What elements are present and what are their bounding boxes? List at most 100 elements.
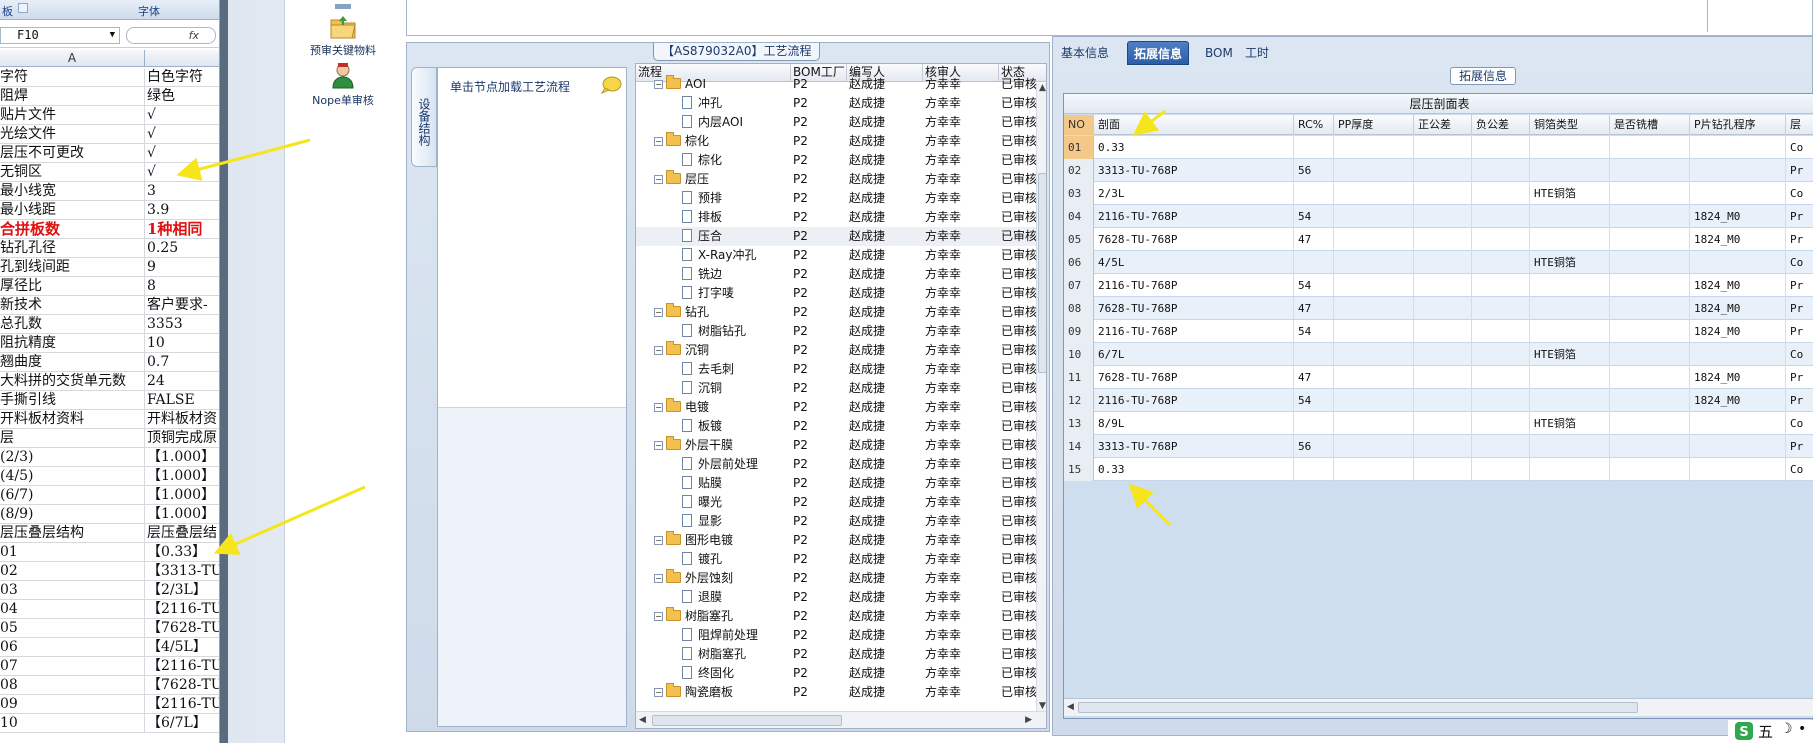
- cell-pos[interactable]: [1414, 182, 1472, 205]
- cell-pp[interactable]: [1334, 159, 1414, 182]
- cell-b[interactable]: 【2116-TU: [147, 695, 219, 714]
- cell-rc[interactable]: 54: [1294, 320, 1334, 343]
- cell-neg[interactable]: [1472, 136, 1530, 159]
- cell-a[interactable]: (8/9): [0, 505, 145, 524]
- cell-prog[interactable]: 1824_M0: [1690, 205, 1786, 228]
- cell-prog[interactable]: 1824_M0: [1690, 274, 1786, 297]
- cell-prog[interactable]: [1690, 343, 1786, 366]
- cell-slot[interactable]: [1610, 458, 1690, 481]
- cell-pp[interactable]: [1334, 458, 1414, 481]
- cell-slot[interactable]: [1610, 136, 1690, 159]
- table-horizontal-scrollbar[interactable]: ◀: [1064, 698, 1813, 716]
- tree-node-row[interactable]: 冲孔 P2 赵成捷 方幸幸 已审核: [636, 94, 1036, 113]
- cell-a[interactable]: 最小线距: [0, 201, 145, 220]
- cell-pos[interactable]: [1414, 435, 1472, 458]
- tree-group-row[interactable]: − 层压 P2 赵成捷 方幸幸 已审核: [636, 170, 1036, 189]
- collapse-icon[interactable]: −: [654, 612, 663, 621]
- cell-foil[interactable]: [1530, 205, 1610, 228]
- cell-section[interactable]: 3313-TU-768P: [1094, 159, 1294, 182]
- col-header-extra[interactable]: 层: [1786, 115, 1813, 135]
- cell-pos[interactable]: [1414, 205, 1472, 228]
- cell-extra[interactable]: Pr: [1786, 228, 1813, 251]
- table-row[interactable]: 04 2116-TU-768P 54 1824_M0 Pr: [1064, 205, 1813, 228]
- cell-pos[interactable]: [1414, 389, 1472, 412]
- tree-node-row[interactable]: 贴膜 P2 赵成捷 方幸幸 已审核: [636, 474, 1036, 493]
- cell-rc[interactable]: [1294, 458, 1334, 481]
- cell-a[interactable]: 总孔数: [0, 315, 145, 334]
- cell-rc[interactable]: [1294, 251, 1334, 274]
- cell-section[interactable]: 2116-TU-768P: [1094, 320, 1294, 343]
- cell-extra[interactable]: Co: [1786, 412, 1813, 435]
- cell-prog[interactable]: 1824_M0: [1690, 228, 1786, 251]
- cell-b[interactable]: 【2/3L】: [147, 581, 219, 600]
- tree-group-row[interactable]: − 电镀 P2 赵成捷 方幸幸 已审核: [636, 398, 1036, 417]
- ime-status-bar[interactable]: S 五 ☽ •: [1728, 720, 1813, 743]
- cell-neg[interactable]: [1472, 458, 1530, 481]
- cell-foil[interactable]: [1530, 159, 1610, 182]
- cell-b[interactable]: 0.7: [147, 353, 219, 372]
- col-header-rc[interactable]: RC%: [1294, 115, 1334, 135]
- tree-node-row[interactable]: 显影 P2 赵成捷 方幸幸 已审核: [636, 512, 1036, 531]
- scroll-right-icon[interactable]: ▶: [1025, 715, 1032, 725]
- cell-a[interactable]: 大料拼的交货单元数: [0, 372, 145, 391]
- sidebar-item-prereview-material[interactable]: 预审关键物料: [285, 14, 401, 58]
- cell-pos[interactable]: [1414, 412, 1472, 435]
- cell-a[interactable]: 孔到线间距: [0, 258, 145, 277]
- cell-pos[interactable]: [1414, 366, 1472, 389]
- tree-group-row[interactable]: − AOI P2 赵成捷 方幸幸 已审核: [636, 75, 1036, 94]
- cell-slot[interactable]: [1610, 274, 1690, 297]
- punctuation-icon[interactable]: •: [1798, 721, 1806, 737]
- cell-neg[interactable]: [1472, 389, 1530, 412]
- tree-group-row[interactable]: − 外层蚀刻 P2 赵成捷 方幸幸 已审核: [636, 569, 1036, 588]
- cell-pos[interactable]: [1414, 251, 1472, 274]
- cell-foil[interactable]: HTE铜箔: [1530, 343, 1610, 366]
- tree-node-row[interactable]: 铣边 P2 赵成捷 方幸幸 已审核: [636, 265, 1036, 284]
- cell-a[interactable]: 04: [0, 600, 145, 619]
- cell-prog[interactable]: [1690, 136, 1786, 159]
- cell-a[interactable]: (6/7): [0, 486, 145, 505]
- cell-rc[interactable]: [1294, 182, 1334, 205]
- cell-b[interactable]: 客户要求-: [147, 296, 219, 315]
- cell-extra[interactable]: Co: [1786, 251, 1813, 274]
- tree-node-row[interactable]: 终固化 P2 赵成捷 方幸幸 已审核: [636, 664, 1036, 683]
- cell-pp[interactable]: [1334, 205, 1414, 228]
- cell-neg[interactable]: [1472, 412, 1530, 435]
- cell-neg[interactable]: [1472, 435, 1530, 458]
- cell-pos[interactable]: [1414, 159, 1472, 182]
- cell-neg[interactable]: [1472, 182, 1530, 205]
- cell-a[interactable]: 03: [0, 581, 145, 600]
- cell-extra[interactable]: Co: [1786, 458, 1813, 481]
- tree-node-row[interactable]: 阻焊前处理 P2 赵成捷 方幸幸 已审核: [636, 626, 1036, 645]
- cell-pp[interactable]: [1334, 435, 1414, 458]
- cell-a[interactable]: 层: [0, 429, 145, 448]
- cell-foil[interactable]: [1530, 136, 1610, 159]
- tab-work-hours[interactable]: 工时: [1239, 41, 1275, 65]
- cell-b[interactable]: 【1.000】: [147, 448, 219, 467]
- cell-foil[interactable]: [1530, 228, 1610, 251]
- cell-a[interactable]: 06: [0, 638, 145, 657]
- cell-slot[interactable]: [1610, 320, 1690, 343]
- cell-section[interactable]: 8/9L: [1094, 412, 1294, 435]
- cell-slot[interactable]: [1610, 389, 1690, 412]
- cell-prog[interactable]: [1690, 182, 1786, 205]
- collapse-icon[interactable]: −: [654, 403, 663, 412]
- tree-node-row[interactable]: 内层AOI P2 赵成捷 方幸幸 已审核: [636, 113, 1036, 132]
- table-row[interactable]: 13 8/9L HTE铜箔 Co: [1064, 412, 1813, 435]
- scroll-thumb[interactable]: [1078, 702, 1638, 713]
- cell-b[interactable]: 0.25: [147, 239, 219, 258]
- col-header-no[interactable]: NO: [1064, 115, 1094, 135]
- cell-pos[interactable]: [1414, 228, 1472, 251]
- cell-pos[interactable]: [1414, 136, 1472, 159]
- cell-b[interactable]: 8: [147, 277, 219, 296]
- cell-b[interactable]: √: [147, 106, 219, 125]
- col-header-prog[interactable]: P片钻孔程序: [1690, 115, 1786, 135]
- cell-section[interactable]: 7628-TU-768P: [1094, 297, 1294, 320]
- cell-slot[interactable]: [1610, 366, 1690, 389]
- cell-pp[interactable]: [1334, 366, 1414, 389]
- col-header-pos[interactable]: 正公差: [1414, 115, 1472, 135]
- cell-b[interactable]: 层压叠层结: [147, 524, 219, 543]
- table-row[interactable]: 03 2/3L HTE铜箔 Co: [1064, 182, 1813, 205]
- cell-section[interactable]: 0.33: [1094, 136, 1294, 159]
- sidebar-item-partial[interactable]: [285, 0, 401, 13]
- collapse-icon[interactable]: −: [654, 137, 663, 146]
